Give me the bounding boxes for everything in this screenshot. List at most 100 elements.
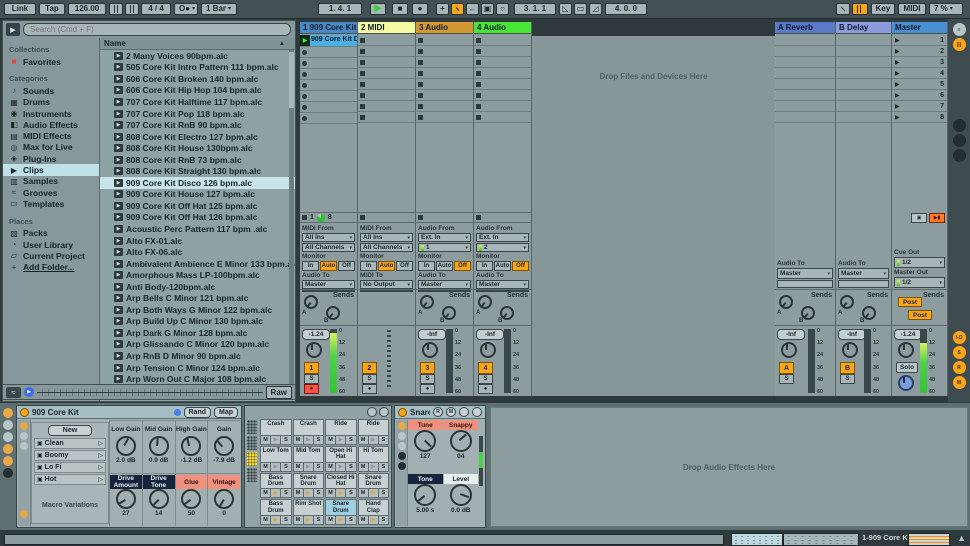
pad-solo-button[interactable]: S (314, 516, 323, 524)
scene-overview-button[interactable]: ≡ (953, 23, 966, 36)
return-slot[interactable] (836, 112, 891, 123)
clip-stop-button[interactable] (360, 115, 365, 120)
send-a-knob[interactable] (420, 295, 434, 309)
track-header[interactable]: 4 Audio (474, 22, 531, 34)
macro-knob-cell[interactable]: Glue 50 (175, 473, 208, 526)
hot-swap-icon[interactable] (174, 409, 181, 416)
return-slot[interactable] (775, 112, 835, 123)
io-overview-button[interactable]: ||| (953, 38, 966, 51)
scene-play-icon[interactable]: ▶ (895, 37, 900, 44)
file-row[interactable]: ▶ 2 Many Voices 90bpm.alc (100, 50, 295, 62)
drum-pad[interactable]: Open Hi Hat M ▶ S (325, 446, 357, 472)
macro-knob[interactable] (214, 489, 234, 509)
file-row[interactable]: ▶ Arp RnB D Minor 90 bpm.alc (100, 350, 295, 362)
clip-stop-button[interactable] (476, 215, 481, 220)
return-slot[interactable] (775, 57, 835, 68)
drum-pad[interactable]: Mid Tom M ▶ S (293, 446, 325, 472)
detail-toggle-icon[interactable]: ▲ (957, 533, 966, 543)
drum-pad[interactable]: Snare Drum M ▶ S (293, 473, 325, 499)
return-slot[interactable] (836, 79, 891, 90)
output-chooser[interactable]: Master▾ (418, 280, 471, 289)
device-activator[interactable] (398, 408, 407, 417)
pad-solo-button[interactable]: S (379, 516, 388, 524)
pad-bank[interactable] (247, 468, 257, 482)
drum-pad[interactable]: Snare Drum M ▶ S (325, 499, 357, 525)
draw-mode-button[interactable] (451, 3, 464, 15)
rand-button[interactable]: Rand (184, 407, 212, 418)
pan-knob[interactable] (422, 342, 438, 358)
autoselect-icon[interactable] (367, 407, 377, 417)
pad-solo-button[interactable]: S (314, 436, 323, 444)
pad-mute-button[interactable]: M (326, 516, 336, 524)
slot-record-button[interactable] (302, 72, 307, 77)
solo-button[interactable]: S (362, 374, 377, 384)
macro-knob[interactable] (149, 489, 169, 509)
return-activator[interactable]: B (840, 362, 855, 374)
pad-bank[interactable] (247, 420, 257, 434)
drum-pad[interactable]: Snare Drum M ▶ S (358, 473, 390, 499)
zoom-out-button[interactable] (3, 432, 13, 442)
slot-record-button[interactable] (302, 50, 307, 55)
return-slot[interactable] (836, 35, 891, 46)
clip-slot[interactable] (416, 90, 473, 101)
clip-slot[interactable] (300, 69, 357, 80)
sidebar-item[interactable]: ▥ Samples (3, 176, 99, 187)
scene-play-icon[interactable]: ▶ (895, 92, 900, 99)
output-chooser[interactable]: Master▾ (777, 268, 833, 279)
output-chooser[interactable]: Master▾ (302, 280, 355, 289)
clip-stop-button[interactable] (476, 93, 481, 98)
scene-slot[interactable]: ▶ 4 (892, 68, 947, 79)
pad-solo-button[interactable]: S (314, 489, 323, 497)
input-type-chooser[interactable]: All Ins▾ (302, 233, 355, 242)
pan-knob[interactable] (306, 342, 322, 358)
clip-stop-button[interactable] (360, 71, 365, 76)
sidebar-item[interactable]: ▧ Packs (3, 228, 99, 239)
clip-stop-button[interactable] (476, 49, 481, 54)
playing-clip-slot[interactable]: ▶ 909 Core Kit Di (300, 35, 357, 47)
arm-button[interactable]: ● (420, 384, 435, 394)
clip-stop-button[interactable] (418, 115, 423, 120)
send-a-pre-post-toggle[interactable]: Post (898, 297, 922, 307)
monitor-auto-button[interactable]: Auto (378, 261, 395, 271)
pad-mute-button[interactable]: M (326, 489, 336, 497)
device-param-cell[interactable]: Tone 5.00 s (408, 473, 443, 526)
clip-stop-button[interactable] (360, 82, 365, 87)
drum-pad[interactable]: Crash M ▶ S (293, 419, 325, 445)
sidebar-item[interactable]: ▦ Drums (3, 97, 99, 108)
macro-variation-row[interactable]: ▣ Hot ▷ (34, 474, 106, 485)
preview-waveform[interactable] (37, 388, 263, 397)
clip-slot[interactable] (358, 79, 415, 90)
solo-button[interactable]: S (420, 374, 435, 384)
nudge-down-button[interactable] (109, 3, 123, 15)
device-activator[interactable] (20, 408, 29, 417)
send-a-knob[interactable] (304, 295, 318, 309)
return-slot[interactable] (836, 90, 891, 101)
pan-knob[interactable] (781, 342, 797, 358)
clip-stop-button[interactable] (418, 93, 423, 98)
variation-launch-icon[interactable]: ▷ (98, 440, 103, 447)
clip-stop-button[interactable] (418, 71, 423, 76)
pad-solo-button[interactable]: S (346, 489, 355, 497)
scene-play-icon[interactable]: ▶ (895, 81, 900, 88)
clip-stop-button[interactable] (360, 215, 365, 220)
file-row[interactable]: ▶ Anti Body-120bpm.alc (100, 281, 295, 293)
arm-button[interactable]: ● (362, 384, 377, 394)
overdub-button[interactable]: + (436, 3, 449, 15)
track-activator[interactable]: 4 (478, 362, 493, 374)
rack-show-devices-toggle[interactable] (20, 510, 28, 518)
pad-solo-button[interactable]: S (281, 436, 290, 444)
link-icon[interactable] (459, 407, 469, 417)
pad-play-button[interactable]: ▶ (304, 516, 314, 524)
file-row[interactable]: ▶ Amorphous Mass LP-100bpm.alc (100, 269, 295, 281)
dark-toggle[interactable] (398, 452, 406, 460)
dark-toggle[interactable] (398, 462, 406, 470)
tap-tempo-button[interactable]: Tap (39, 3, 65, 15)
input-channel-chooser[interactable]: All Channels▾ (302, 243, 355, 252)
drum-pad[interactable]: Ride M ▶ S (325, 419, 357, 445)
pad-mute-button[interactable]: M (261, 516, 271, 524)
drum-pad[interactable]: Low Tom M ▶ S (260, 446, 292, 472)
clip-slot[interactable] (300, 47, 357, 58)
monitor-auto-button[interactable]: Auto (320, 261, 337, 271)
clip-slot[interactable] (358, 46, 415, 57)
sidebar-item[interactable]: + Add Folder... (3, 261, 99, 272)
